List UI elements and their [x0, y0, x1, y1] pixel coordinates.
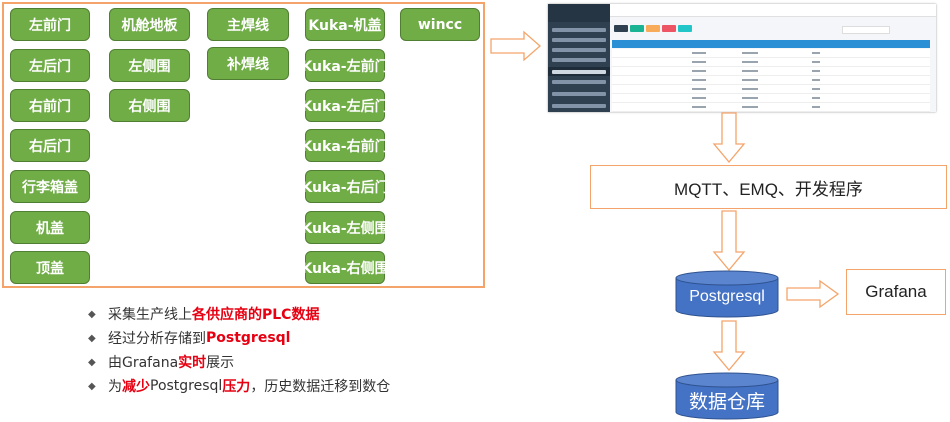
plc-button-left-rear-door[interactable]: 左后门: [10, 49, 90, 82]
plc-button-left-front-door[interactable]: 左前门: [10, 8, 90, 41]
middleware-box: MQTT、EMQ、开发程序: [590, 165, 947, 209]
plc-button-trunk-lid[interactable]: 行李箱盖: [10, 170, 90, 203]
diamond-bullet-icon: ◆: [88, 308, 96, 320]
plc-button-wincc[interactable]: wincc: [400, 8, 480, 41]
block-arrow-icon: [712, 112, 746, 164]
plc-button-kuka-left-front-door[interactable]: Kuka-左前门: [301, 49, 389, 82]
block-arrow-icon: [712, 320, 746, 372]
bullet-item: ◆ 采集生产线上 各供应商的PLC数据: [88, 307, 320, 323]
plc-button-kuka-right-front-door[interactable]: Kuka-右前门: [301, 129, 389, 162]
block-arrow-icon: [786, 279, 840, 309]
plc-button-roof[interactable]: 顶盖: [10, 251, 90, 284]
plc-button-kuka-right-side-panel[interactable]: Kuka-右侧围: [301, 251, 389, 284]
data-warehouse-label: 数据仓库: [688, 391, 765, 413]
plc-button-repair-weld-line[interactable]: 补焊线: [207, 47, 289, 80]
hmi-web-app-thumbnail: [548, 4, 936, 112]
bullet-item: ◆ 经过分析存储到 Postgresql: [88, 330, 291, 347]
diamond-bullet-icon: ◆: [88, 356, 96, 368]
feature-bullet-list: ◆ 采集生产线上 各供应商的PLC数据 ◆ 经过分析存储到 Postgresql ◆…: [88, 302, 488, 398]
plc-button-kuka-left-side-panel[interactable]: Kuka-左侧围: [301, 211, 389, 244]
plc-button-left-side-panel[interactable]: 左侧围: [109, 49, 190, 82]
plc-button-right-rear-door[interactable]: 右后门: [10, 129, 90, 162]
plc-button-engine-floor[interactable]: 机舱地板: [109, 8, 190, 41]
thumbnail-topbar: [610, 4, 936, 17]
thumbnail-table-header: [612, 40, 930, 48]
plc-button-right-front-door[interactable]: 右前门: [10, 89, 90, 122]
postgresql-label: Postgresql: [689, 288, 765, 305]
block-arrow-icon: [712, 210, 746, 272]
bullet-item: ◆ 为减少 Postgresql 压力 ，历史数据迁移到数仓: [88, 378, 391, 395]
diamond-bullet-icon: ◆: [88, 332, 96, 344]
plc-button-right-side-panel[interactable]: 右侧围: [109, 89, 190, 122]
grafana-box: Grafana: [846, 269, 946, 315]
plc-button-kuka-right-rear-door[interactable]: Kuka-右后门: [301, 170, 389, 203]
plc-button-hood[interactable]: 机盖: [10, 211, 90, 244]
diamond-bullet-icon: ◆: [88, 380, 96, 392]
plc-button-main-weld-line[interactable]: 主焊线: [207, 8, 289, 41]
plc-button-kuka-hood[interactable]: Kuka-机盖: [305, 8, 385, 41]
plc-button-kuka-left-rear-door[interactable]: Kuka-左后门: [301, 89, 389, 122]
bullet-item: ◆ 由Grafana 实时 展示: [88, 355, 235, 371]
block-arrow-icon: [490, 30, 541, 62]
